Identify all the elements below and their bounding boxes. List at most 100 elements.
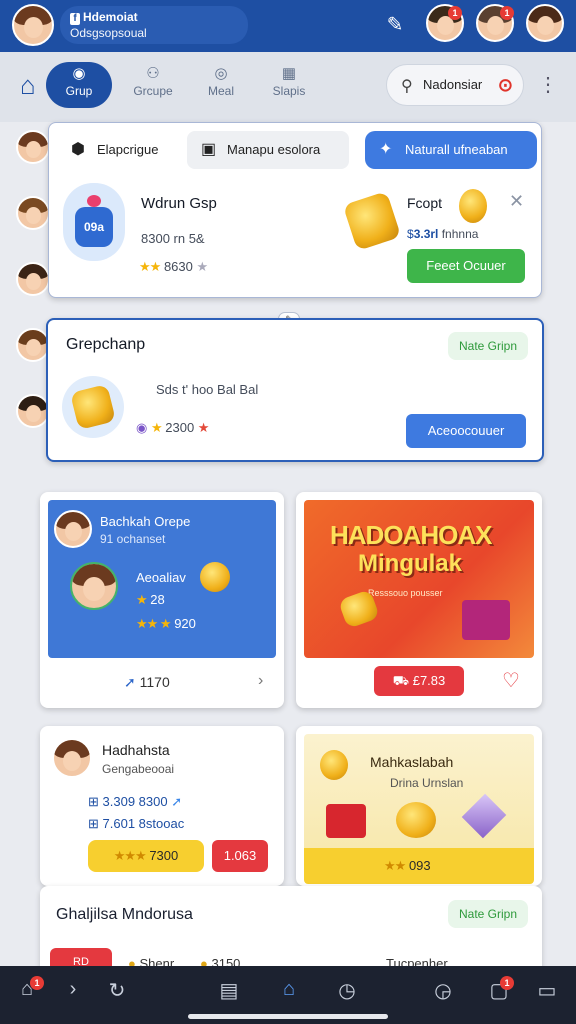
player-card[interactable]: Hadhahsta Gengabeooai ⊞ 3.309 8300 ➚ ⊞ 7… xyxy=(40,726,284,886)
card2-rating: ◉ ★ 2300 ★ xyxy=(136,420,210,435)
people-icon: ⚇ xyxy=(146,65,160,82)
price-button[interactable]: ⛟ £7.83 xyxy=(374,666,464,696)
game-card-1-banner: Bachkah Orepe 91 ochanset Aeoaliav ★ 28 … xyxy=(48,500,276,658)
screen-icon[interactable]: ▭ xyxy=(534,978,560,1003)
coin-icon-2 xyxy=(200,562,230,592)
aceoocouuer-button[interactable]: Aceoocouuer xyxy=(406,414,526,448)
grid-icon: ▦ xyxy=(281,65,297,82)
friend-avatar-3[interactable] xyxy=(526,4,564,42)
gold-bar-badge xyxy=(62,376,124,438)
notif-badge-2: 1 xyxy=(500,6,514,20)
top-bar: f Hdemoiat Odsgsopsoual ✎ 1 1 xyxy=(0,0,576,52)
search-value: Nadonsiar xyxy=(423,77,483,92)
gift-box-icon xyxy=(462,600,510,640)
player-avatar xyxy=(70,562,118,610)
card6-sub: Drina Urnslan xyxy=(390,776,464,790)
nate-gripn-pill-2[interactable]: Nate Gripn xyxy=(448,900,528,928)
card3-rating2: ★★ ★ 920 xyxy=(136,616,196,631)
card1-title: Wdrun Gsp xyxy=(141,195,217,212)
profile-avatar[interactable] xyxy=(12,4,54,46)
card2-line1: Sds t' hoo Bal Bal xyxy=(156,382,259,397)
promo-banner: HADOAHOAX Mingulak Resssouo pousser xyxy=(304,500,534,658)
chip-manapu[interactable]: ▣ Manapu esolora xyxy=(187,131,349,169)
coin-pile-icon xyxy=(396,802,436,838)
card3-rating1: ★ 28 xyxy=(136,592,165,607)
user-name: Hdemoiat xyxy=(83,10,138,24)
stars-value-button[interactable]: ★★★ 7300 xyxy=(88,840,204,872)
chest-icon xyxy=(326,804,366,838)
timer-icon[interactable]: ◶ xyxy=(430,978,456,1003)
card6-title: Mahkaslabah xyxy=(370,754,454,770)
user-subtitle: Odsgsopsoual xyxy=(70,26,147,40)
search-input[interactable]: ⚲ Nadonsiar ⊙ xyxy=(386,64,524,106)
red-value-button[interactable]: 1.063 xyxy=(212,840,268,872)
purple-chip-icon: ◉ xyxy=(136,420,148,435)
sticker-icon: ✦ xyxy=(379,141,393,158)
chevron-right-icon[interactable]: › xyxy=(258,672,263,690)
group-icon: ◉ xyxy=(72,65,86,82)
side-avatar-2[interactable] xyxy=(16,196,50,230)
chip-elapcrigue[interactable]: ⬢ Elapcrigue xyxy=(57,131,187,169)
card1-rating: ★★ 8630 ★ xyxy=(139,259,209,274)
edit-icon[interactable]: ✎ xyxy=(382,12,408,37)
document-icon[interactable]: ▤ xyxy=(216,978,242,1003)
clock-icon[interactable]: ◷ xyxy=(334,978,360,1003)
card1-right-title: Fcopt xyxy=(407,195,443,211)
coin-icon-3 xyxy=(320,750,348,780)
side-avatar-5[interactable] xyxy=(16,394,50,428)
card3-footer: ➚ 1170 xyxy=(124,674,170,690)
group-card: Grepchanp Nate Gripn Sds t' hoo Bal Bal … xyxy=(46,318,544,462)
bookmark-icon: ⬢ xyxy=(71,141,85,158)
treasure-banner: Mahkaslabah Drina Urnslan ★★ 093 xyxy=(304,734,534,884)
group-card-2[interactable]: Ghaljilsa Mndorusa Nate Gripn RD ● Shenr… xyxy=(40,886,542,976)
card5-line2: ⊞ 7.601 8stooac xyxy=(88,816,185,831)
promo-sub: Resssouo pousser xyxy=(368,588,443,598)
side-avatar-3[interactable] xyxy=(16,262,50,296)
refresh-icon[interactable]: ↻ xyxy=(104,978,130,1003)
game-card-1[interactable]: Bachkah Orepe 91 ochanset Aeoaliav ★ 28 … xyxy=(40,492,284,708)
chip-natural[interactable]: ✦ Naturall ufneaban xyxy=(365,131,537,169)
promo-card[interactable]: HADOAHOAX Mingulak Resssouo pousser ⛟ £7… xyxy=(296,492,542,708)
close-icon[interactable]: ✕ xyxy=(509,191,524,212)
group-home-icon[interactable]: ⌂ xyxy=(276,978,302,1001)
user-pill[interactable]: f Hdemoiat Odsgsopsoual xyxy=(60,6,248,44)
promo-headline-2: Mingulak xyxy=(358,550,463,577)
tab-grup[interactable]: ◉ Grup xyxy=(46,62,112,108)
side-avatar-4[interactable] xyxy=(16,328,50,362)
card7-title: Ghaljilsa Mndorusa xyxy=(56,906,193,923)
featured-card: ⬢ Elapcrigue ▣ Manapu esolora ✦ Naturall uf… xyxy=(48,122,542,298)
coin-icon xyxy=(459,189,487,223)
player-avatar-2 xyxy=(52,738,92,778)
gold-bar-icon xyxy=(342,191,402,251)
side-avatar-1[interactable] xyxy=(16,130,50,164)
heart-icon[interactable]: ♡ xyxy=(502,668,520,693)
bottom-badge-1: 1 xyxy=(30,976,44,990)
tab-meal[interactable]: ◎ Meal xyxy=(186,62,256,108)
feeet-ocuuer-button[interactable]: Feeet Ocuuer xyxy=(407,249,525,283)
card3-name: Aeoaliav xyxy=(136,570,186,585)
gift-bag-icon: 09a xyxy=(63,183,125,261)
more-options-icon[interactable]: ⋮ xyxy=(538,72,558,97)
search-icon: ⚲ xyxy=(401,78,413,95)
record-icon[interactable]: ⊙ xyxy=(498,75,513,96)
card3-title: Bachkah Orepe xyxy=(100,514,191,529)
host-avatar xyxy=(54,510,92,548)
tab-grcupe[interactable]: ⚇ Grcupe xyxy=(118,62,188,108)
card2-title: Grepchanp xyxy=(66,336,146,353)
tab-slapis[interactable]: ▦ Slapis xyxy=(254,62,324,108)
treasure-bar[interactable]: ★★ 093 xyxy=(304,848,534,884)
facebook-icon: f xyxy=(70,13,80,25)
bottom-badge-2: 1 xyxy=(500,976,514,990)
home-indicator[interactable] xyxy=(188,1014,388,1019)
card3-sub: 91 ochanset xyxy=(100,532,166,546)
promo-headline-1: HADOAHOAX xyxy=(330,520,492,550)
card1-right-value: $3.3rl fnhnna xyxy=(407,227,479,241)
tag-icon: ⛟ xyxy=(392,673,413,688)
card5-line1: ⊞ 3.309 8300 ➚ xyxy=(88,794,183,809)
chat-icon: ◎ xyxy=(214,65,228,82)
nate-gripn-pill[interactable]: Nate Gripn xyxy=(448,332,528,360)
chevron-right-icon-bottom[interactable]: › xyxy=(60,978,86,1001)
home-outline-icon[interactable]: ⌂ xyxy=(20,72,46,98)
arrow-icon: ➚ xyxy=(124,674,136,690)
treasure-card[interactable]: Mahkaslabah Drina Urnslan ★★ 093 xyxy=(296,726,542,886)
